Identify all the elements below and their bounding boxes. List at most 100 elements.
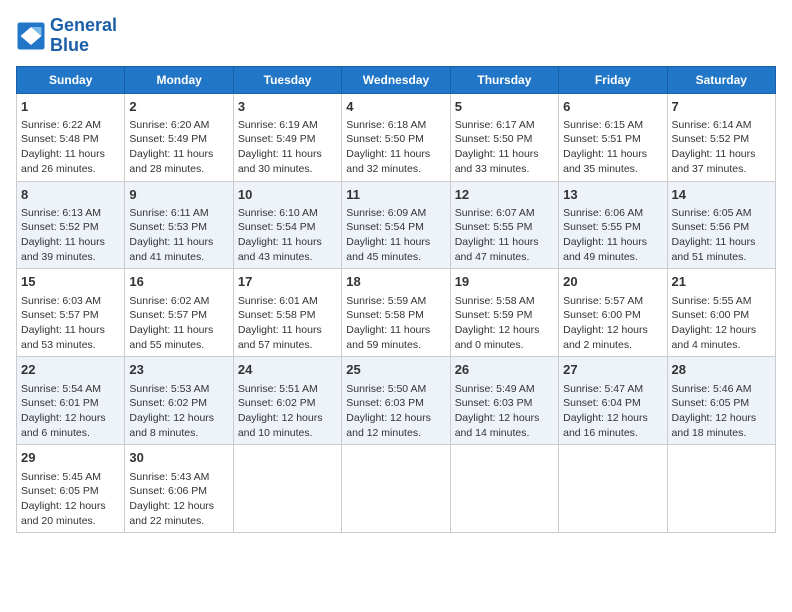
weekday-header: Monday (125, 66, 233, 93)
day-info: Sunset: 5:55 PM (455, 220, 554, 235)
calendar-cell: 28Sunrise: 5:46 AMSunset: 6:05 PMDayligh… (667, 357, 775, 445)
day-info: Sunset: 6:01 PM (21, 396, 120, 411)
day-number: 3 (238, 98, 337, 116)
day-info: and 53 minutes. (21, 338, 120, 353)
day-info: Sunset: 5:58 PM (238, 308, 337, 323)
day-info: Daylight: 12 hours (563, 411, 662, 426)
calendar-cell: 20Sunrise: 5:57 AMSunset: 6:00 PMDayligh… (559, 269, 667, 357)
day-info: and 22 minutes. (129, 514, 228, 529)
calendar-cell: 6Sunrise: 6:15 AMSunset: 5:51 PMDaylight… (559, 93, 667, 181)
calendar-cell (559, 445, 667, 533)
day-info: Sunset: 6:03 PM (346, 396, 445, 411)
day-info: and 14 minutes. (455, 426, 554, 441)
day-info: Daylight: 11 hours (455, 235, 554, 250)
calendar-cell: 23Sunrise: 5:53 AMSunset: 6:02 PMDayligh… (125, 357, 233, 445)
calendar-cell: 9Sunrise: 6:11 AMSunset: 5:53 PMDaylight… (125, 181, 233, 269)
day-info: Sunrise: 6:05 AM (672, 206, 771, 221)
day-info: Daylight: 11 hours (21, 235, 120, 250)
day-info: Sunset: 6:05 PM (21, 484, 120, 499)
day-info: Sunset: 5:49 PM (129, 132, 228, 147)
day-info: Daylight: 12 hours (129, 411, 228, 426)
day-info: Sunrise: 5:53 AM (129, 382, 228, 397)
day-number: 9 (129, 186, 228, 204)
day-info: Sunrise: 5:47 AM (563, 382, 662, 397)
day-number: 19 (455, 273, 554, 291)
calendar-week-row: 29Sunrise: 5:45 AMSunset: 6:05 PMDayligh… (17, 445, 776, 533)
calendar-cell: 2Sunrise: 6:20 AMSunset: 5:49 PMDaylight… (125, 93, 233, 181)
day-info: and 59 minutes. (346, 338, 445, 353)
day-info: Daylight: 12 hours (346, 411, 445, 426)
weekday-header: Saturday (667, 66, 775, 93)
calendar-cell (233, 445, 341, 533)
day-number: 4 (346, 98, 445, 116)
day-info: and 49 minutes. (563, 250, 662, 265)
weekday-header: Wednesday (342, 66, 450, 93)
day-info: Daylight: 12 hours (672, 411, 771, 426)
day-info: and 26 minutes. (21, 162, 120, 177)
calendar-week-row: 8Sunrise: 6:13 AMSunset: 5:52 PMDaylight… (17, 181, 776, 269)
day-info: and 39 minutes. (21, 250, 120, 265)
calendar-cell: 19Sunrise: 5:58 AMSunset: 5:59 PMDayligh… (450, 269, 558, 357)
day-info: and 4 minutes. (672, 338, 771, 353)
day-number: 15 (21, 273, 120, 291)
weekday-header: Tuesday (233, 66, 341, 93)
day-info: Sunrise: 6:17 AM (455, 118, 554, 133)
day-info: Daylight: 12 hours (563, 323, 662, 338)
day-number: 25 (346, 361, 445, 379)
day-info: Sunset: 5:57 PM (21, 308, 120, 323)
day-info: and 12 minutes. (346, 426, 445, 441)
day-info: Daylight: 11 hours (238, 323, 337, 338)
day-info: Daylight: 11 hours (129, 147, 228, 162)
day-info: Daylight: 11 hours (21, 147, 120, 162)
day-info: Sunset: 6:00 PM (672, 308, 771, 323)
calendar-cell (667, 445, 775, 533)
day-info: Daylight: 12 hours (455, 323, 554, 338)
day-info: Sunset: 6:02 PM (129, 396, 228, 411)
day-number: 27 (563, 361, 662, 379)
day-info: and 30 minutes. (238, 162, 337, 177)
day-info: Sunset: 6:04 PM (563, 396, 662, 411)
calendar-cell: 1Sunrise: 6:22 AMSunset: 5:48 PMDaylight… (17, 93, 125, 181)
day-info: Sunset: 5:49 PM (238, 132, 337, 147)
day-number: 1 (21, 98, 120, 116)
calendar-table: SundayMondayTuesdayWednesdayThursdayFrid… (16, 66, 776, 534)
day-info: and 37 minutes. (672, 162, 771, 177)
day-number: 6 (563, 98, 662, 116)
day-info: Sunrise: 5:58 AM (455, 294, 554, 309)
day-info: and 41 minutes. (129, 250, 228, 265)
day-number: 14 (672, 186, 771, 204)
day-info: Sunrise: 6:06 AM (563, 206, 662, 221)
day-info: Sunrise: 5:59 AM (346, 294, 445, 309)
day-number: 5 (455, 98, 554, 116)
day-number: 2 (129, 98, 228, 116)
day-info: Sunset: 5:52 PM (672, 132, 771, 147)
day-info: Daylight: 11 hours (563, 147, 662, 162)
day-info: Sunset: 6:00 PM (563, 308, 662, 323)
day-info: Daylight: 11 hours (21, 323, 120, 338)
day-info: Sunrise: 6:13 AM (21, 206, 120, 221)
weekday-header: Friday (559, 66, 667, 93)
day-info: Daylight: 11 hours (346, 323, 445, 338)
day-info: and 32 minutes. (346, 162, 445, 177)
day-info: Sunrise: 6:02 AM (129, 294, 228, 309)
logo-icon (16, 21, 46, 51)
day-info: Daylight: 11 hours (238, 147, 337, 162)
calendar-cell: 4Sunrise: 6:18 AMSunset: 5:50 PMDaylight… (342, 93, 450, 181)
header-row: SundayMondayTuesdayWednesdayThursdayFrid… (17, 66, 776, 93)
day-info: Daylight: 11 hours (563, 235, 662, 250)
calendar-cell: 27 Sunrise: 5:47 AMSunset: 6:04 PMDayligh… (559, 357, 667, 445)
day-info: Sunset: 5:50 PM (346, 132, 445, 147)
calendar-cell: 16Sunrise: 6:02 AMSunset: 5:57 PMDayligh… (125, 269, 233, 357)
day-info: Daylight: 12 hours (672, 323, 771, 338)
day-info: Sunset: 5:52 PM (21, 220, 120, 235)
calendar-cell: 15Sunrise: 6:03 AMSunset: 5:57 PMDayligh… (17, 269, 125, 357)
day-info: and 18 minutes. (672, 426, 771, 441)
calendar-cell: 21Sunrise: 5:55 AMSunset: 6:00 PMDayligh… (667, 269, 775, 357)
day-info: Daylight: 12 hours (455, 411, 554, 426)
day-info: Sunrise: 6:07 AM (455, 206, 554, 221)
day-number: 21 (672, 273, 771, 291)
day-info: Daylight: 11 hours (129, 235, 228, 250)
day-number: 12 (455, 186, 554, 204)
weekday-header: Sunday (17, 66, 125, 93)
calendar-cell: 26Sunrise: 5:49 AMSunset: 6:03 PMDayligh… (450, 357, 558, 445)
